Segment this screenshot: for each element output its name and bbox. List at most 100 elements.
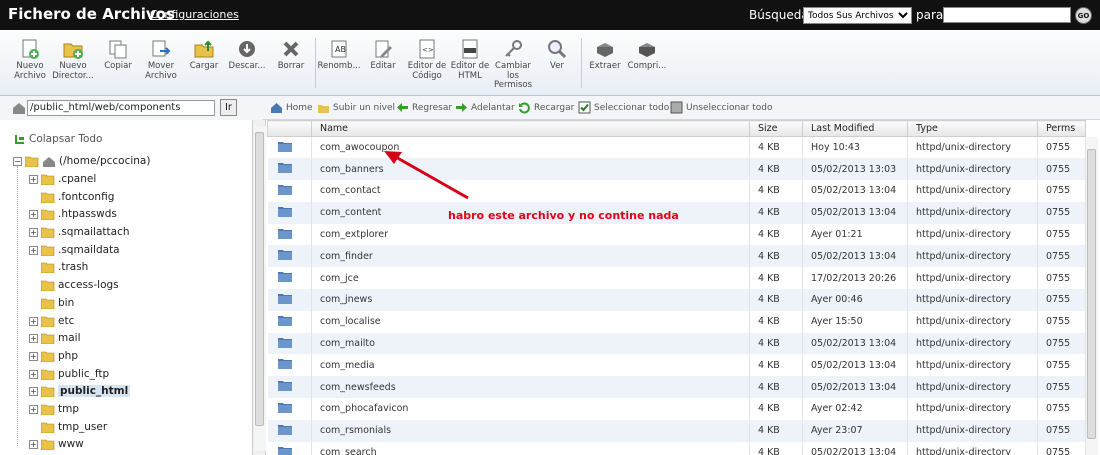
cell-modified: 05/02/2013 13:04 bbox=[802, 354, 908, 377]
expand-toggle[interactable]: + bbox=[29, 209, 38, 219]
tree-item[interactable]: + mail bbox=[29, 330, 81, 346]
column-header-type[interactable]: Type bbox=[907, 120, 1038, 137]
tree-root[interactable]: − (/home/pccocina) bbox=[13, 153, 150, 169]
edit-button[interactable]: Editar bbox=[361, 38, 405, 72]
view-button[interactable]: Ver bbox=[535, 38, 579, 72]
table-row[interactable]: com_jnews 4 KB Ayer 00:46 httpd/unix-direct… bbox=[267, 289, 1086, 311]
tree-item[interactable]: + .htpasswds bbox=[29, 206, 117, 222]
expand-toggle[interactable]: + bbox=[29, 439, 38, 449]
tree-item[interactable]: + www bbox=[29, 436, 84, 452]
extract-button[interactable]: Extraer bbox=[583, 38, 627, 72]
tree-item[interactable]: + etc bbox=[29, 313, 74, 329]
expand-toggle[interactable]: + bbox=[29, 404, 38, 414]
table-row[interactable]: com_mailto 4 KB 05/02/2013 13:04 httpd/unix… bbox=[267, 332, 1086, 355]
cell-modified: Ayer 01:21 bbox=[802, 223, 908, 246]
expand-toggle[interactable]: + bbox=[29, 351, 38, 361]
tree-item[interactable]: access-logs bbox=[29, 277, 119, 293]
label-line: Editor de bbox=[407, 61, 447, 71]
upload-button[interactable]: Cargar bbox=[182, 38, 226, 72]
tree-item-label: .sqmailattach bbox=[58, 226, 130, 238]
tree-item[interactable]: bin bbox=[29, 295, 74, 311]
tree-item[interactable]: + .cpanel bbox=[29, 171, 96, 187]
new-file-button[interactable]: Nuevo Archivo bbox=[8, 38, 52, 81]
collapse-toggle[interactable]: − bbox=[13, 156, 22, 166]
select-all-button[interactable]: Seleccionar todo bbox=[578, 101, 669, 114]
table-row[interactable]: com_finder 4 KB 05/02/2013 13:04 httpd/unix… bbox=[267, 245, 1086, 268]
move-file-button[interactable]: Mover Archivo bbox=[139, 38, 183, 81]
go-button[interactable]: GO bbox=[1075, 7, 1092, 24]
cell-type: httpd/unix-directory bbox=[907, 310, 1038, 333]
cell-modified: 17/02/2013 20:26 bbox=[802, 267, 908, 290]
tree-item-label: .fontconfig bbox=[58, 191, 115, 203]
tree-scrollbar[interactable] bbox=[254, 126, 266, 451]
expand-toggle[interactable]: + bbox=[29, 386, 38, 396]
tree-item[interactable]: + tmp bbox=[29, 401, 79, 417]
configuraciones-link[interactable]: Configuraciones bbox=[150, 8, 239, 21]
compress-button[interactable]: Compri... bbox=[625, 38, 669, 72]
tree-item[interactable]: + public_ftp bbox=[29, 366, 109, 382]
tree-item[interactable]: + .sqmailattach bbox=[29, 224, 130, 240]
delete-button[interactable]: Borrar bbox=[269, 38, 313, 72]
folder-icon bbox=[41, 386, 55, 397]
expand-toggle[interactable]: + bbox=[29, 227, 38, 237]
table-row[interactable]: com_jce 4 KB 17/02/2013 20:26 httpd/unix-di… bbox=[267, 267, 1086, 290]
table-row[interactable]: com_localise 4 KB Ayer 15:50 httpd/unix-dir… bbox=[267, 310, 1086, 333]
cell-modified: Ayer 02:42 bbox=[802, 398, 908, 420]
label-line: Archivo bbox=[14, 70, 46, 81]
table-row[interactable]: com_phocafavicon 4 KB Ayer 02:42 httpd/unix… bbox=[267, 398, 1086, 420]
column-header-perms[interactable]: Perms bbox=[1037, 120, 1086, 137]
expand-toggle[interactable]: + bbox=[29, 333, 38, 343]
column-header-name[interactable]: Name bbox=[311, 120, 750, 137]
tree-item-label: bin bbox=[58, 297, 75, 309]
column-header-icon[interactable] bbox=[267, 120, 312, 137]
annotation-text: habro este archivo y no contine nada bbox=[448, 209, 679, 222]
table-scrollbar[interactable] bbox=[1086, 137, 1098, 455]
home-button[interactable]: Home bbox=[270, 101, 313, 114]
tree-item[interactable]: + .sqmaildata bbox=[29, 242, 120, 258]
cell-modified: Ayer 00:46 bbox=[802, 289, 908, 311]
cell-type: httpd/unix-directory bbox=[907, 245, 1038, 268]
table-row[interactable]: com_media 4 KB 05/02/2013 13:04 httpd/unix-… bbox=[267, 354, 1086, 377]
forward-button[interactable]: Adelantar bbox=[455, 101, 515, 114]
tree-scroll-thumb[interactable] bbox=[255, 132, 264, 426]
cell-size: 4 KB bbox=[749, 158, 803, 181]
table-row[interactable]: com_extplorer 4 KB Ayer 01:21 httpd/unix-di… bbox=[267, 223, 1086, 246]
expand-toggle[interactable]: + bbox=[29, 316, 38, 326]
permissions-button[interactable]: Cambiar los Permisos bbox=[491, 38, 535, 91]
copy-button[interactable]: Copiar bbox=[96, 38, 140, 72]
column-header-modified[interactable]: Last Modified bbox=[802, 120, 908, 137]
code-editor-button[interactable]: <> Editor de Código bbox=[405, 38, 449, 81]
table-row[interactable]: com_search 4 KB 05/02/2013 13:04 httpd/unix… bbox=[267, 441, 1086, 455]
table-row[interactable]: com_newsfeeds 4 KB 05/02/2013 13:04 httpd/u… bbox=[267, 376, 1086, 399]
download-button[interactable]: Descar... bbox=[225, 38, 269, 72]
expand-toggle[interactable]: + bbox=[29, 174, 38, 184]
directory-icon bbox=[277, 228, 292, 239]
directory-icon bbox=[277, 359, 292, 370]
tree-item[interactable]: + public_html bbox=[29, 383, 131, 399]
unselect-all-button[interactable]: Unseleccionar todo bbox=[670, 101, 773, 114]
go-path-button[interactable]: Ir bbox=[220, 99, 237, 116]
search-scope-select[interactable]: Todos Sus Archivos bbox=[803, 7, 912, 24]
new-folder-button[interactable]: Nuevo Director... bbox=[51, 38, 95, 81]
tree-item[interactable]: .fontconfig bbox=[29, 189, 114, 205]
expand-toggle[interactable]: + bbox=[29, 245, 38, 255]
rename-button[interactable]: AB Renomb... bbox=[317, 38, 361, 72]
path-input[interactable]: /public_html/web/components bbox=[27, 100, 215, 116]
tree-item[interactable]: .trash bbox=[29, 259, 88, 275]
home-icon bbox=[271, 103, 282, 113]
tree-item[interactable]: tmp_user bbox=[29, 419, 107, 435]
search-label: Búsqueda bbox=[749, 8, 809, 22]
reload-button[interactable]: Recargar bbox=[518, 101, 574, 114]
html-editor-button[interactable]: Editor de HTML bbox=[448, 38, 492, 81]
up-level-button[interactable]: Subir un nivel bbox=[317, 101, 395, 114]
tree-item[interactable]: + php bbox=[29, 348, 78, 364]
tree-root-label: (/home/pccocina) bbox=[59, 155, 151, 167]
column-header-size[interactable]: Size bbox=[749, 120, 803, 137]
cell-perms: 0755 bbox=[1037, 158, 1086, 181]
collapse-all-button[interactable]: Colapsar Todo bbox=[14, 133, 102, 145]
search-input[interactable] bbox=[943, 7, 1071, 23]
table-row[interactable]: com_rsmonials 4 KB Ayer 23:07 httpd/unix-di… bbox=[267, 419, 1086, 442]
expand-toggle[interactable]: + bbox=[29, 369, 38, 379]
back-button[interactable]: Regresar bbox=[396, 101, 452, 114]
table-scroll-thumb[interactable] bbox=[1087, 149, 1096, 439]
